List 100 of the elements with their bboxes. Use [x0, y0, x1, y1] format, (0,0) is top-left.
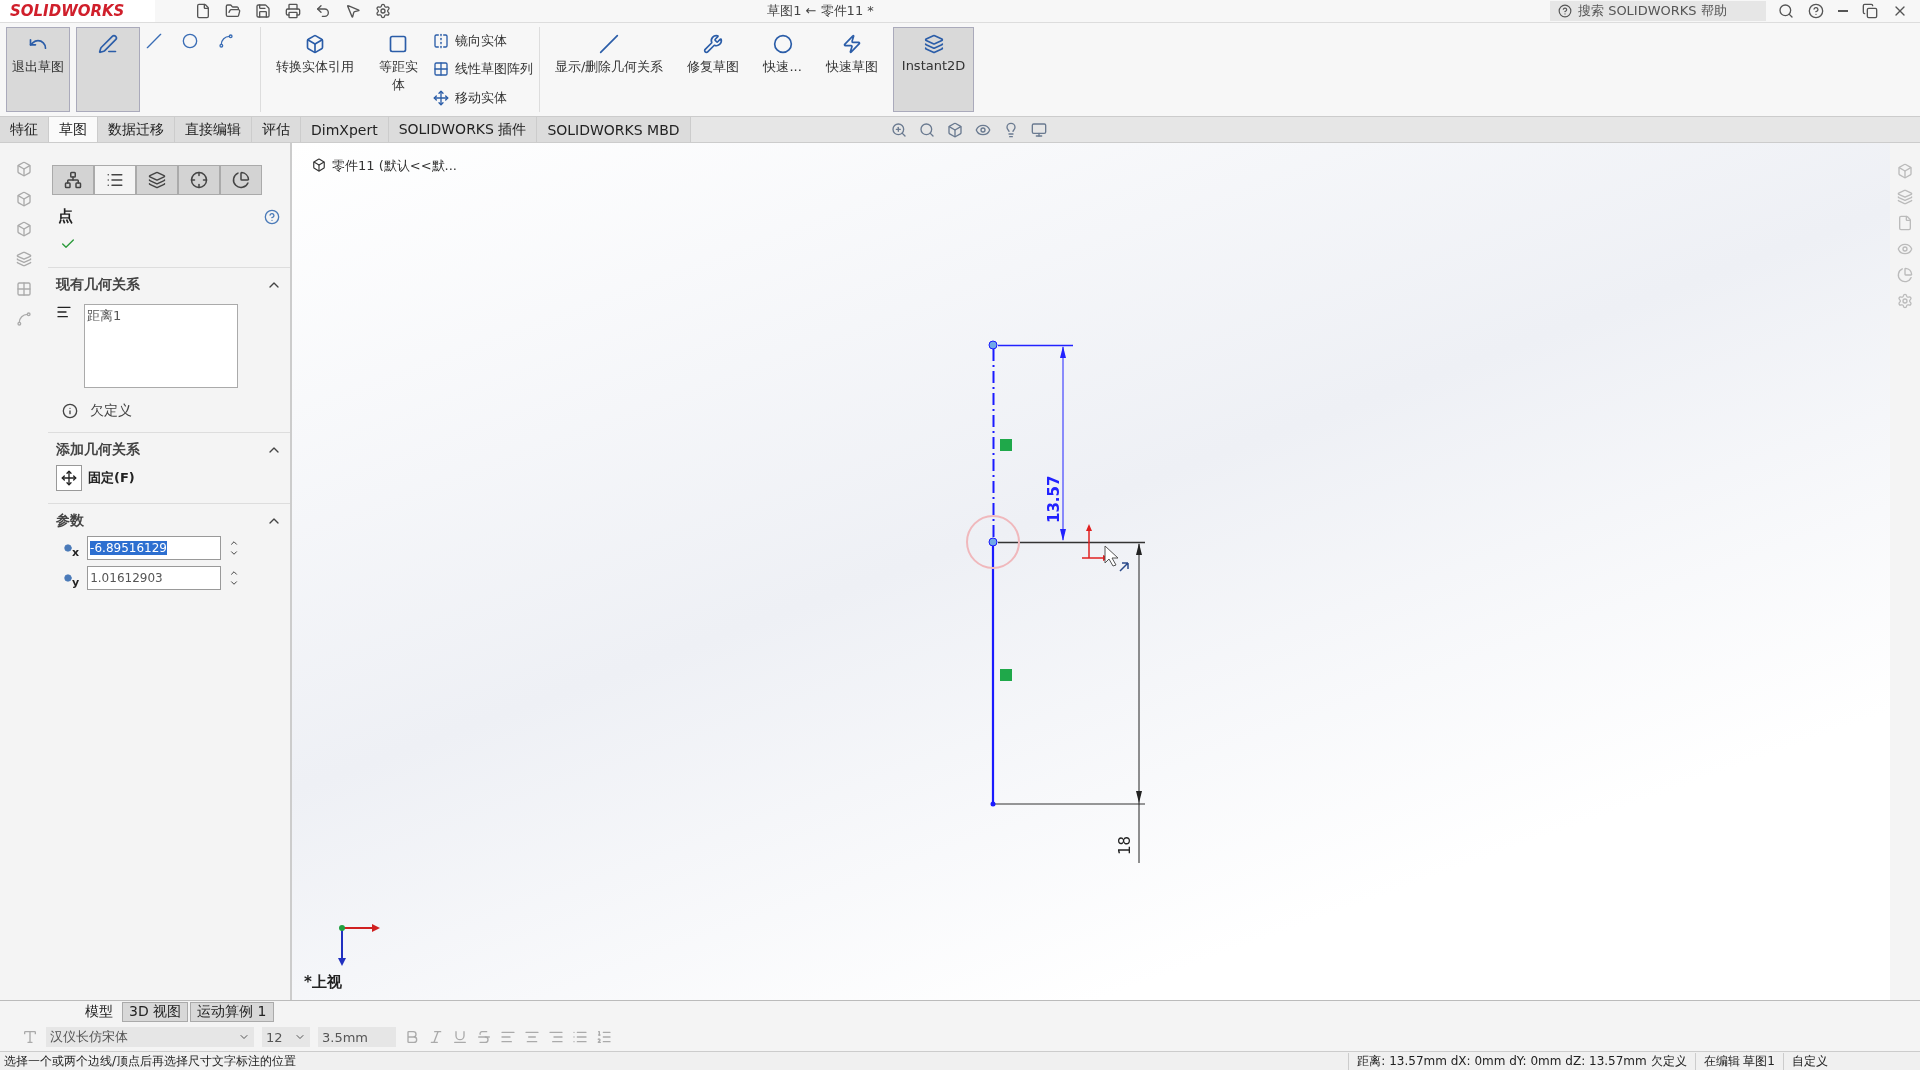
resource-icon [1897, 163, 1913, 179]
dimension-text[interactable]: 13.57 [1045, 475, 1063, 523]
status-hint: 选择一个或两个边线/顶点后再选择尺寸文字标注的位置 [3, 1052, 298, 1070]
coordinate-icon [64, 574, 72, 582]
numbered-list-icon [596, 1029, 612, 1045]
dimension-text[interactable]: 18 [1116, 835, 1134, 855]
crosshair-tab[interactable] [178, 165, 220, 195]
ribbon-button[interactable]: 移动实体 [433, 88, 533, 107]
spline-tool-icon [218, 33, 234, 49]
fix-icon[interactable] [56, 465, 82, 491]
circle-tool-icon [182, 33, 198, 49]
save-icon [255, 3, 271, 19]
ribbon-button[interactable]: Instant2D [892, 27, 975, 112]
align-center-icon [524, 1029, 540, 1045]
input-field[interactable]: -6.89516129 [87, 536, 222, 560]
line-tool-icon [146, 33, 162, 49]
help-icon [264, 208, 280, 225]
feature-icon [16, 221, 32, 237]
curve-icon [16, 311, 32, 327]
align-right-icon [548, 1029, 564, 1045]
move-icon [433, 89, 449, 106]
italic-icon [428, 1029, 444, 1045]
ribbon-button[interactable]: 快速草图 [816, 27, 887, 112]
command-tab[interactable]: 数据迁移 [98, 117, 175, 142]
spinner-icon[interactable] [229, 568, 240, 588]
status-text: 欠定义 [90, 402, 132, 420]
search-icon [1778, 3, 1794, 19]
sketch-point[interactable] [988, 340, 998, 350]
command-tab[interactable]: 评估 [252, 117, 301, 142]
ribbon-button[interactable]: 等距实体 [369, 27, 427, 112]
vertical-relation-icon [1000, 439, 1012, 451]
file-icon [1897, 215, 1913, 231]
underline-icon [452, 1029, 468, 1045]
printer-icon [285, 3, 301, 19]
view-label: *上视 [304, 973, 342, 992]
fix-relation-button[interactable]: 固定(F) [88, 469, 135, 487]
display-icon [1030, 121, 1047, 138]
appearance-icon [1897, 267, 1913, 283]
appearance-tab[interactable] [220, 165, 262, 195]
model-tab[interactable]: 运动算例 1 [190, 1002, 274, 1022]
tree-tab[interactable] [52, 165, 94, 195]
ribbon-button[interactable]: 显示/删除几何关系 [546, 27, 673, 112]
coordinate-icon [64, 544, 72, 552]
ribbon-button[interactable]: 镜向实体 [433, 32, 533, 51]
ribbon-button[interactable]: 退出草图 [6, 27, 70, 112]
model-tab[interactable]: 3D 视图 [122, 1002, 189, 1022]
section-title: 添加几何关系 [56, 441, 140, 459]
ribbon-button[interactable]: 线性草图阵列 [433, 60, 533, 79]
zoom-icon [890, 121, 907, 138]
pattern-icon [433, 61, 449, 78]
feature-icon [16, 191, 32, 207]
section-title: 参数 [56, 512, 84, 530]
library-icon [1897, 189, 1913, 205]
bold-icon [404, 1029, 420, 1045]
command-tab[interactable]: DimXpert [301, 117, 389, 142]
ribbon-button[interactable]: 修复草图 [678, 27, 749, 112]
graphics-area[interactable]: 零件11 (默认<<默... 13.57 18 *上视 [292, 143, 1890, 1000]
axis-label: y [72, 575, 80, 589]
new-file-icon [195, 3, 211, 19]
config-tab[interactable] [136, 165, 178, 195]
config-icon [148, 171, 166, 189]
model-tab[interactable]: 模型 [78, 1002, 120, 1022]
restore-icon [1862, 3, 1878, 19]
height-field[interactable]: 3.5mm [318, 1027, 396, 1047]
folder-icon [225, 3, 241, 19]
command-tab[interactable]: 直接编辑 [175, 117, 252, 142]
sketch-point [990, 801, 996, 807]
crosshair-icon [190, 171, 208, 189]
command-tab[interactable]: SOLIDWORKS 插件 [388, 117, 538, 142]
command-tab[interactable]: 草图 [49, 117, 98, 142]
status-units[interactable]: 自定义 [1783, 1052, 1920, 1070]
command-tab[interactable]: 特征 [0, 117, 49, 142]
tree-breadcrumb[interactable]: 零件11 (默认<<默... [332, 157, 457, 175]
section-title: 现有几何关系 [56, 276, 140, 294]
settings-icon [375, 3, 391, 19]
relation-item[interactable]: 距离1 [87, 307, 235, 325]
offset-icon [388, 34, 408, 54]
command-tab[interactable]: SOLIDWORKS MBD [537, 117, 691, 142]
highlight-ring [966, 515, 1020, 569]
size-dropdown[interactable]: 12 [262, 1027, 310, 1047]
sketch-point[interactable] [988, 537, 998, 547]
zoom-area-icon [918, 121, 935, 138]
tree-icon [64, 171, 82, 189]
window-title: 草图1 ← 零件11 * [766, 2, 875, 20]
feature-icon [16, 161, 32, 177]
search-field[interactable]: 搜索 SOLIDWORKS 帮助 [1550, 1, 1766, 21]
spinner-icon[interactable] [229, 538, 240, 558]
input-field[interactable]: 1.01612903 [87, 566, 222, 590]
strikethrough-icon [476, 1029, 492, 1045]
relations-list[interactable]: 距离1 [84, 304, 238, 388]
view-icon [1897, 241, 1913, 257]
font-dropdown[interactable]: 汉仪长仿宋体 [46, 1027, 254, 1047]
list-tab[interactable] [94, 165, 136, 195]
ribbon-button[interactable]: 快速... [754, 27, 811, 112]
pointer-icon [345, 3, 361, 19]
vertical-relation-icon [1000, 669, 1012, 681]
ribbon-button[interactable]: 转换实体引用 [267, 27, 363, 112]
app-logo: SOLIDWORKS [0, 0, 155, 22]
view-orientation-icon [946, 121, 963, 138]
axis-triad-icon [338, 924, 380, 966]
